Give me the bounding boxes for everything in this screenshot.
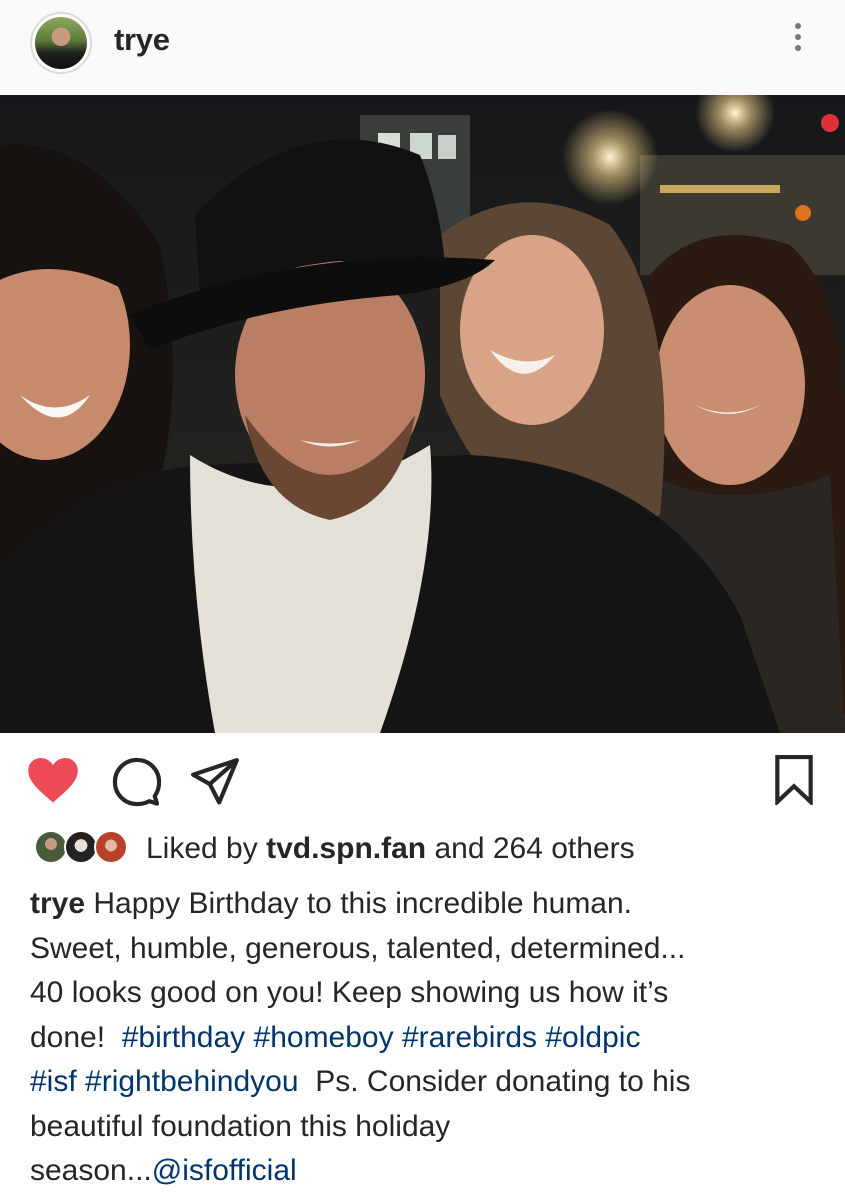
- caption-author[interactable]: trye: [30, 887, 85, 920]
- avatar-image: [35, 17, 87, 69]
- caption-line: #isf #rightbehindyou Ps. Consider donati…: [30, 1060, 820, 1105]
- author-avatar[interactable]: [30, 12, 92, 74]
- post-header: trye: [0, 0, 845, 95]
- caption-line: done! #birthday #homeboy #rarebirds #old…: [30, 1016, 820, 1061]
- share-icon[interactable]: [190, 757, 240, 807]
- caption-line: Sweet, humble, generous, talented, deter…: [30, 931, 686, 965]
- post-photo[interactable]: [0, 95, 845, 733]
- caption-line: beautiful foundation this holiday: [30, 1109, 451, 1143]
- more-options-icon[interactable]: [788, 20, 808, 60]
- likes-prefix: Liked by: [146, 832, 258, 865]
- liker-avatar: [64, 830, 98, 864]
- caption-line: trye Happy Birthday to this incredible h…: [30, 882, 820, 927]
- liker-avatar: [34, 830, 68, 864]
- bookmark-icon[interactable]: [772, 755, 816, 807]
- caption-text: Happy Birthday to this incredible human.: [93, 887, 633, 920]
- post-caption: trye Happy Birthday to this incredible h…: [30, 882, 820, 1194]
- comment-icon[interactable]: [112, 757, 162, 807]
- heart-icon[interactable]: [26, 755, 80, 805]
- liker-avatar: [94, 830, 128, 864]
- likes-count[interactable]: 264 others: [493, 832, 635, 865]
- hashtag-link[interactable]: #homeboy: [254, 1021, 394, 1054]
- likes-and: and: [434, 832, 485, 865]
- hashtag-link[interactable]: #oldpic: [545, 1021, 640, 1054]
- hashtag-link[interactable]: #rightbehindyou: [85, 1065, 299, 1098]
- hashtag-link[interactable]: #rarebirds: [402, 1021, 537, 1054]
- author-username[interactable]: trye: [114, 22, 170, 58]
- likes-summary[interactable]: Liked by tvd.spn.fan and 264 others: [30, 828, 830, 872]
- mention-link[interactable]: @isfofficial: [152, 1154, 297, 1187]
- top-liker-link[interactable]: tvd.spn.fan: [266, 832, 426, 865]
- photo-illustration: [0, 95, 845, 733]
- caption-text: done!: [30, 1020, 106, 1054]
- caption-line: 40 looks good on you! Keep showing us ho…: [30, 976, 669, 1009]
- hashtag-link[interactable]: #isf: [30, 1065, 77, 1098]
- action-bar: [0, 745, 845, 815]
- caption-text: season...: [30, 1154, 152, 1187]
- likes-text: Liked by tvd.spn.fan and 264 others: [146, 832, 635, 866]
- caption-line: season...@isfofficial: [30, 1149, 820, 1194]
- caption-text: Ps. Consider donating to his: [315, 1065, 691, 1098]
- hashtag-link[interactable]: #birthday: [122, 1021, 245, 1054]
